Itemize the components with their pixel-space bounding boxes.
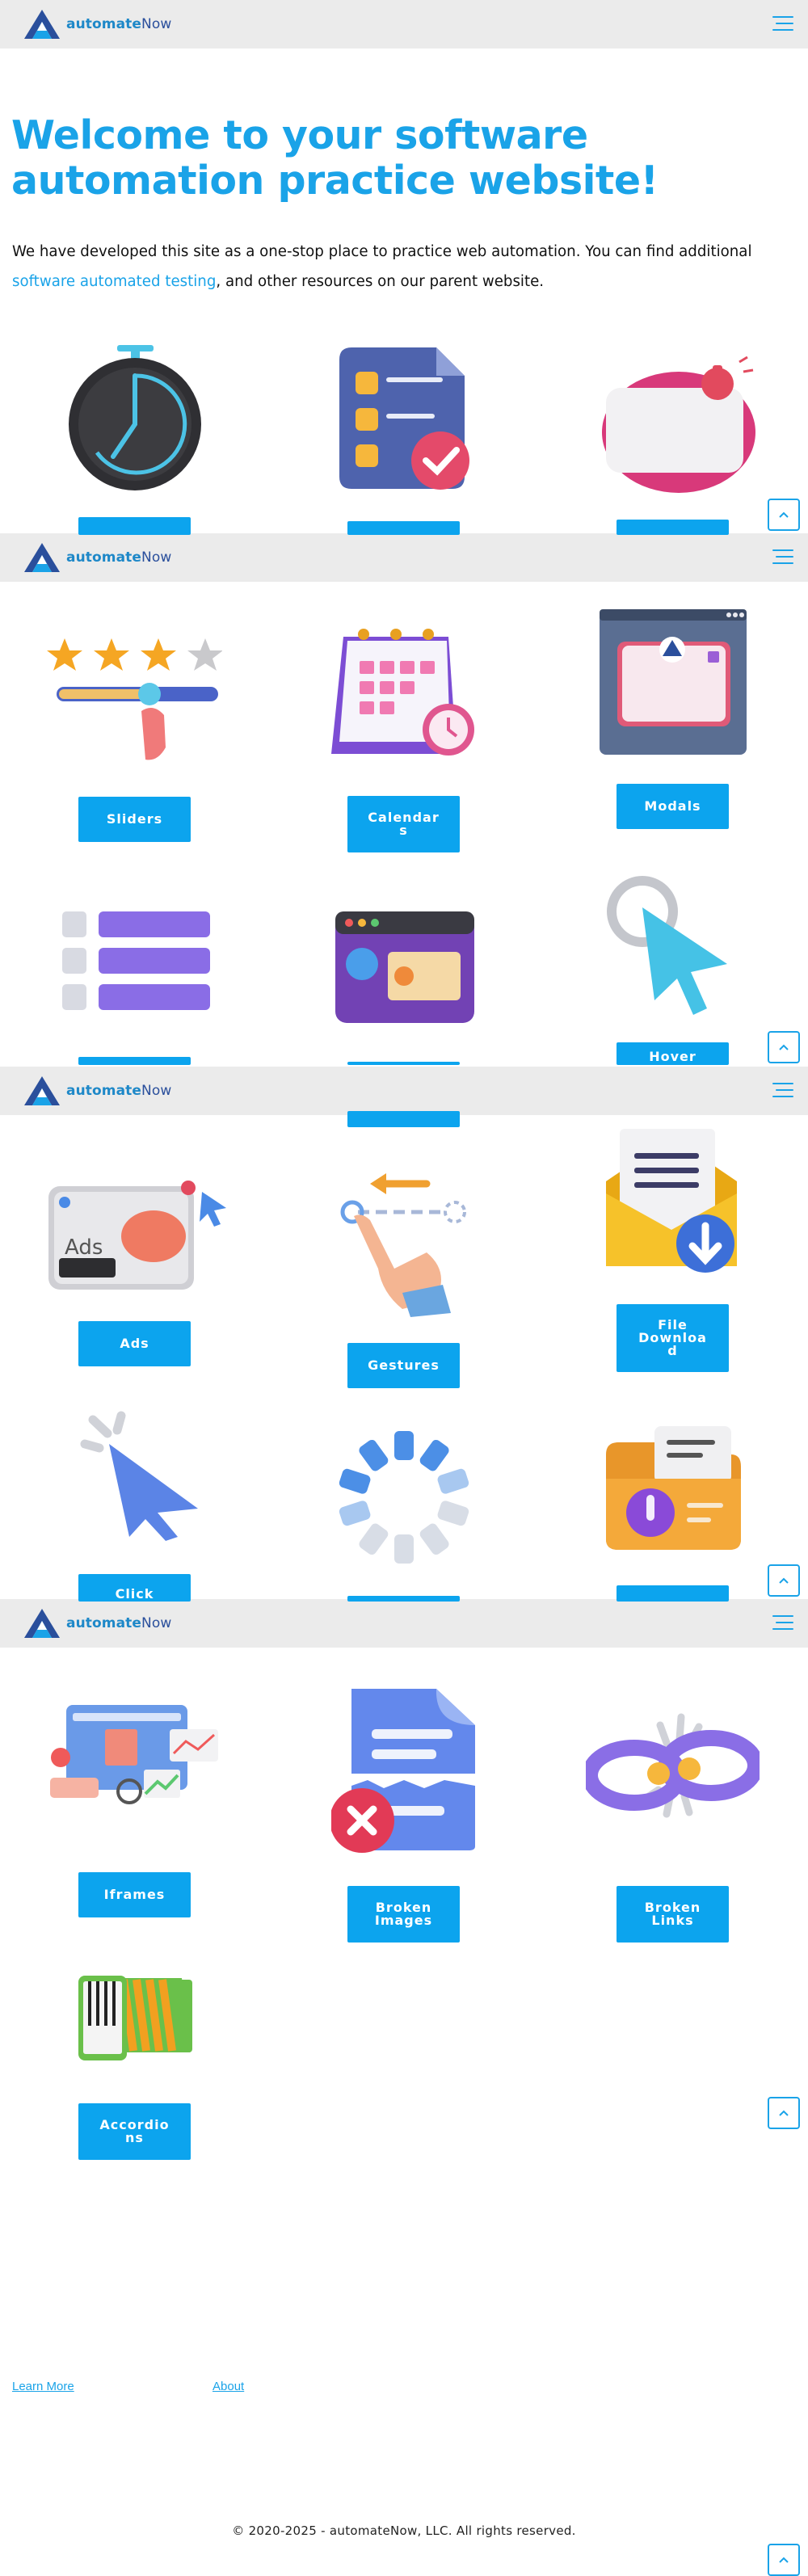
gestures-button[interactable]: Gestures — [347, 1343, 460, 1388]
form-fields-button[interactable] — [78, 517, 191, 535]
back-to-top-icon — [779, 2557, 789, 2563]
about-link[interactable]: About — [213, 2380, 244, 2393]
software-testing-link[interactable]: software automated testing — [12, 273, 216, 290]
svg-text:Ads: Ads — [65, 1235, 103, 1260]
calendars-button[interactable]: Calendar s — [347, 796, 460, 852]
file-download-button[interactable]: File Downloa d — [617, 1304, 729, 1372]
modal-window-icon — [600, 609, 747, 755]
accordions-button[interactable]: Accordio ns — [78, 2103, 191, 2160]
iframes-button[interactable]: Iframes — [78, 1872, 191, 1917]
hover-cursor-icon — [607, 876, 727, 1015]
broken-images-button[interactable]: Broken Images — [347, 1886, 460, 1943]
iframe-icon — [50, 1705, 218, 1804]
folder-toggle-icon — [606, 1426, 741, 1550]
logo-text: automateNow — [66, 1083, 172, 1099]
logo-text: automateNow — [66, 549, 172, 566]
back-to-top-icon — [779, 1577, 789, 1584]
forms-button[interactable] — [347, 1062, 460, 1065]
logo-text: automateNow — [66, 1615, 172, 1631]
logo-icon — [24, 1609, 60, 1638]
file-download-icon — [606, 1129, 737, 1273]
broken-link-icon — [586, 1713, 760, 1818]
copyright-text: © 2020-2025 - automateNow, LLC. All righ… — [232, 2523, 576, 2538]
menu-icon[interactable] — [772, 1083, 793, 1099]
site-header: automateNow — [0, 1067, 808, 1115]
list-icon — [62, 911, 210, 1010]
logo-icon — [24, 543, 60, 572]
site-logo[interactable]: automateNow — [23, 541, 171, 574]
ads-button[interactable]: Ads — [78, 1321, 191, 1366]
checklist-icon — [339, 347, 469, 490]
accordion-icon — [78, 1976, 192, 2060]
sliders-button[interactable]: Sliders — [78, 797, 191, 842]
notification-icon — [602, 356, 755, 493]
loading-spinner-icon — [339, 1431, 469, 1564]
popups-button[interactable] — [347, 521, 460, 535]
logo-icon — [24, 10, 60, 39]
back-to-top-button[interactable] — [768, 499, 800, 531]
modals-button[interactable]: Modals — [617, 784, 729, 829]
drag-and-drop-button[interactable] — [347, 1111, 460, 1127]
broken-image-icon — [331, 1689, 475, 1853]
swipe-gesture-icon — [340, 1173, 466, 1317]
page-title: Welcome to your software automation prac… — [11, 112, 659, 204]
site-header: automateNow — [0, 1599, 808, 1648]
back-to-top-button[interactable] — [768, 2544, 800, 2576]
back-to-top-icon — [779, 511, 789, 518]
menu-icon[interactable] — [772, 1615, 793, 1631]
tables-button[interactable] — [78, 1057, 191, 1065]
calendar-icon — [331, 629, 474, 756]
stopwatch-icon — [69, 345, 201, 490]
site-logo[interactable]: automateNow — [23, 8, 171, 40]
broken-links-button[interactable]: Broken Links — [617, 1886, 729, 1943]
click-button[interactable]: Click — [78, 1574, 191, 1602]
site-header: automateNow — [0, 0, 808, 48]
logo-text: automateNow — [66, 16, 172, 32]
hover-button[interactable]: Hover — [617, 1042, 729, 1065]
back-to-top-icon — [779, 2110, 789, 2116]
back-to-top-button[interactable] — [768, 2097, 800, 2129]
site-header: automateNow — [0, 533, 808, 582]
ads-popup-icon: Ads — [48, 1181, 226, 1290]
menu-icon[interactable] — [772, 16, 793, 32]
slider-stars-icon — [47, 638, 222, 760]
notifications-button[interactable] — [617, 520, 729, 535]
logo-icon — [24, 1076, 60, 1105]
back-to-top-button[interactable] — [768, 1564, 800, 1597]
site-logo[interactable]: automateNow — [23, 1607, 171, 1639]
back-to-top-icon — [779, 1044, 789, 1050]
web-page-icon — [335, 911, 474, 1023]
learn-more-link[interactable]: Learn More — [12, 2380, 74, 2393]
toggle-button[interactable] — [617, 1585, 729, 1602]
site-logo[interactable]: automateNow — [23, 1075, 171, 1107]
menu-icon[interactable] — [772, 549, 793, 566]
click-cursor-icon — [80, 1411, 198, 1541]
spinners-button[interactable] — [347, 1596, 460, 1602]
back-to-top-button[interactable] — [768, 1031, 800, 1063]
intro-text: We have developed this site as a one-sto… — [12, 243, 752, 290]
